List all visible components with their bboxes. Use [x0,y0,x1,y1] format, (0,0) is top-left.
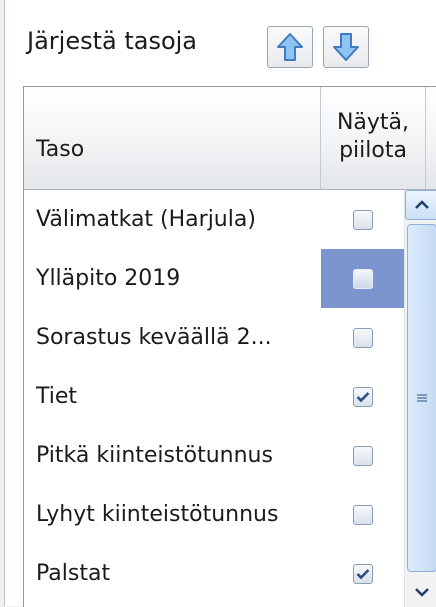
arrow-up-icon [277,33,303,61]
column-header-visibility-line1: Näytä, [336,110,410,135]
visibility-checkbox[interactable] [352,327,373,348]
grid-rows: Välimatkat (Harjula) Ylläpito 2019 Sorastu… [24,190,404,603]
layer-row[interactable]: Ylläpito 2019 [24,249,404,308]
grid-header: Taso Näytä, piilota [24,87,436,190]
checkmark-icon [356,568,369,579]
layer-name: Palstat [36,561,111,586]
layer-name: Ylläpito 2019 [36,266,181,291]
layer-row[interactable]: Välimatkat (Harjula) [24,190,404,249]
chevron-up-icon [415,200,429,209]
column-header-layer-label: Taso [36,137,85,162]
arrow-down-icon [333,33,359,61]
layer-row[interactable]: Palstat [24,544,404,603]
visibility-cell [321,249,404,308]
checkmark-icon [356,391,369,402]
grip-icon [417,394,427,402]
visibility-cell [321,190,404,249]
layer-row[interactable]: Sorastus keväällä 2... [24,308,404,367]
scroll-up-button[interactable] [405,190,436,220]
layer-name: Tiet [36,384,78,409]
layers-grid: Taso Näytä, piilota Välimatkat (Harjula)… [23,86,436,607]
layer-row[interactable]: Lyhyt kiinteistötunnus [24,485,404,544]
visibility-checkbox[interactable] [352,209,373,230]
move-layer-down-button[interactable] [323,26,369,68]
layer-name: Lyhyt kiinteistötunnus [36,502,279,527]
column-header-visibility[interactable]: Näytä, piilota [321,87,426,189]
column-header-filler [426,87,436,189]
column-header-visibility-line2: piilota [339,138,407,163]
panel-title: Järjestä tasoja [27,27,198,55]
visibility-cell [321,544,404,603]
vertical-scrollbar[interactable] [404,190,436,607]
visibility-cell [321,485,404,544]
visibility-cell [321,367,404,426]
visibility-checkbox[interactable] [352,445,373,466]
layer-row[interactable]: Tiet [24,367,404,426]
move-layer-up-button[interactable] [267,26,313,68]
visibility-cell [321,308,404,367]
scrollbar-thumb[interactable] [407,224,436,572]
visibility-checkbox[interactable] [352,504,373,525]
layer-name: Välimatkat (Harjula) [36,207,256,232]
visibility-cell [321,426,404,485]
visibility-checkbox[interactable] [352,386,373,407]
visibility-checkbox[interactable] [352,268,373,289]
layer-name: Pitkä kiinteistötunnus [36,443,273,468]
panel-header: Järjestä tasoja [5,0,436,86]
layer-row[interactable]: Pitkä kiinteistötunnus [24,426,404,485]
layer-order-panel: Järjestä tasoja Taso Näytä, piilota Väli… [4,0,436,607]
visibility-checkbox[interactable] [352,563,373,584]
layer-name: Sorastus keväällä 2... [36,325,272,350]
chevron-down-icon [415,588,429,597]
column-header-layer[interactable]: Taso [24,87,321,189]
scroll-down-button[interactable] [405,577,436,607]
